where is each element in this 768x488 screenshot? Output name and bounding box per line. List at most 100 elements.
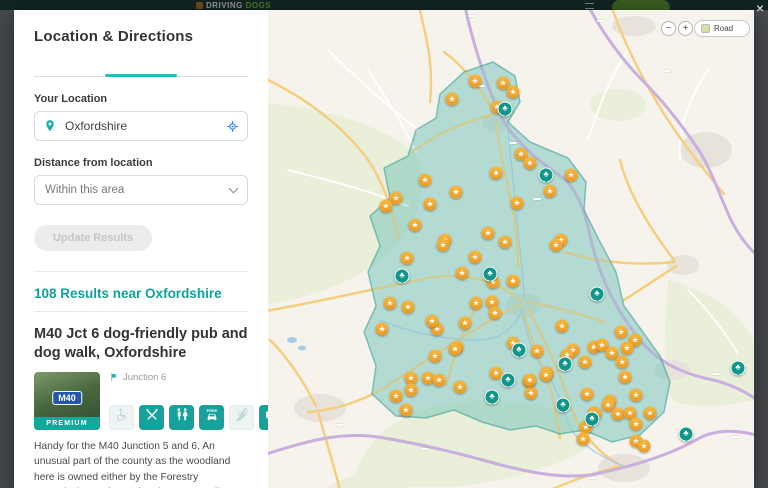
walk-marker[interactable] [482,227,495,240]
walk-marker[interactable] [429,350,442,363]
walk-marker[interactable] [630,418,643,431]
walk-marker[interactable] [565,169,578,182]
place-pin[interactable] [558,357,573,372]
walk-marker[interactable] [450,186,463,199]
walk-marker[interactable] [433,374,446,387]
walk-marker[interactable] [638,440,651,453]
road-sign-badge: M40 [52,391,82,405]
amenity-row: FREE [109,405,268,430]
map-style-button[interactable]: Road [694,20,750,37]
walk-marker[interactable] [524,374,537,387]
map-canvas [268,10,754,488]
result-thumbnail[interactable]: M40 PREMIUM [34,372,100,430]
amenity-glyph [174,407,190,428]
walk-marker[interactable] [489,307,502,320]
result-title[interactable]: M40 Jct 6 dog-friendly pub and dog walk,… [34,325,248,363]
place-pin[interactable] [539,168,554,183]
dog-logo-icon [196,2,203,9]
search-tab[interactable] [34,59,105,76]
walk-marker[interactable] [490,167,503,180]
premium-badge: PREMIUM [34,417,100,430]
walk-marker[interactable] [507,86,520,99]
walk-marker[interactable] [400,404,413,417]
walk-marker[interactable] [426,315,439,328]
distance-value: Within this area [45,184,124,196]
walk-marker[interactable] [380,200,393,213]
walk-marker[interactable] [470,297,483,310]
walk-marker[interactable] [402,301,415,314]
place-pin[interactable] [556,398,571,413]
results-list: M40 Jct 6 dog-friendly pub and dog walk,… [34,314,248,488]
amenity-glyph [234,407,250,428]
motorhome-icon [259,405,268,430]
location-directions-modal: Location & Directions Your Location Dist… [14,10,754,488]
walk-marker[interactable] [556,320,569,333]
walk-marker[interactable] [524,157,537,170]
place-pin[interactable] [590,287,605,302]
walk-marker[interactable] [454,381,467,394]
walk-marker[interactable] [499,236,512,249]
walk-marker[interactable] [531,345,544,358]
place-pin[interactable] [679,427,694,442]
walk-marker[interactable] [449,343,462,356]
walk-marker[interactable] [511,197,524,210]
walk-marker[interactable] [419,174,432,187]
walk-marker[interactable] [409,219,422,232]
distance-select[interactable]: Within this area [34,175,248,205]
place-pin[interactable] [395,269,410,284]
place-pin[interactable] [585,412,600,427]
walk-marker[interactable] [581,388,594,401]
walk-marker[interactable] [621,342,634,355]
search-tab[interactable] [105,59,176,76]
walk-marker[interactable] [437,239,450,252]
update-results-button[interactable]: Update Results [34,225,152,251]
walk-marker[interactable] [644,407,657,420]
walk-marker[interactable] [616,356,629,369]
walk-marker[interactable] [424,198,437,211]
place-pin[interactable] [731,361,746,376]
results-heading: 108 Results near Oxfordshire [34,286,248,301]
walk-marker[interactable] [376,323,389,336]
place-pin[interactable] [485,390,500,405]
walk-marker[interactable] [507,275,520,288]
walk-marker[interactable] [384,297,397,310]
place-pin[interactable] [501,373,516,388]
walk-marker[interactable] [544,185,557,198]
results-section: 108 Results near Oxfordshire M40 Jct 6 d… [34,271,248,488]
wheelchair-access-icon [109,405,134,430]
walk-marker[interactable] [615,326,628,339]
close-icon[interactable]: × [756,1,764,15]
walk-marker[interactable] [630,389,643,402]
walk-marker[interactable] [469,75,482,88]
walk-marker[interactable] [579,356,592,369]
location-input[interactable] [63,118,219,134]
search-tabs [34,59,248,77]
walk-marker[interactable] [540,369,553,382]
locate-me-icon[interactable] [226,120,239,133]
place-pin[interactable] [512,343,527,358]
map-pin-icon [43,119,57,133]
map-style-icon [701,24,710,33]
walk-marker[interactable] [469,251,482,264]
amenity-glyph [114,407,130,428]
walk-marker[interactable] [577,433,590,446]
toilets-icon [169,405,194,430]
site-logo[interactable]: DRIVING DOGS [196,1,271,10]
result-subtitle: Junction 6 [109,372,268,383]
walk-marker[interactable] [401,252,414,265]
menu-icon[interactable] [585,3,594,9]
walk-marker[interactable] [550,239,563,252]
walk-marker[interactable] [619,371,632,384]
map[interactable]: − + Road [268,10,754,488]
place-pin[interactable] [483,267,498,282]
place-pin[interactable] [498,102,513,117]
walk-marker[interactable] [456,267,469,280]
zoom-out-button[interactable]: − [661,21,676,36]
header-cta-button[interactable] [612,0,670,10]
walk-marker[interactable] [390,390,403,403]
zoom-in-button[interactable]: + [678,21,693,36]
walk-marker[interactable] [405,384,418,397]
walk-marker[interactable] [446,93,459,106]
walk-marker[interactable] [459,317,472,330]
search-tab[interactable] [177,59,248,76]
